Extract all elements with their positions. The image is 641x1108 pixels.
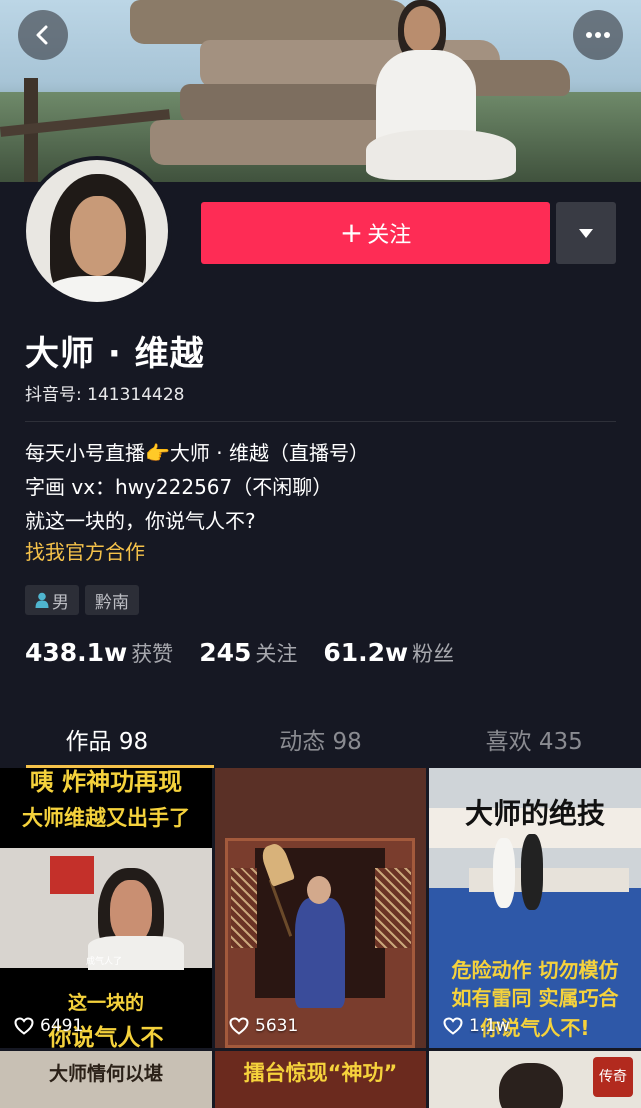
video-like-count: 5631 [229,1016,298,1036]
video-thumbnail[interactable]: 大师的绝技 危险动作 切勿模仿 如有雷同 实属巧合 你说气人不! 1.1w [429,768,641,1048]
plus-icon: + [339,216,364,249]
tab-works[interactable]: 作品 98 [0,712,214,768]
business-cooperation-link[interactable]: 找我官方合作 [25,536,145,565]
person-icon [35,592,49,608]
thumbnail-caption: 危险动作 切勿模仿 [451,958,619,982]
likes-stat[interactable]: 438.1w 获赞 [25,638,173,668]
thumbnail-person-head [499,1063,563,1108]
video-thumbnail[interactable]: 擂台惊现“神功” [215,1051,426,1108]
thumbnail-caption: 这一块的 [67,992,144,1014]
cover-person-head [404,6,440,52]
tab-moments-label: 动态 98 [279,729,362,755]
tab-likes-label: 喜欢 435 [485,729,583,755]
thumbnail-caption: 擂台惊现“神功” [243,1061,398,1085]
avatar[interactable] [22,156,172,306]
cover-rock [180,84,390,124]
avatar-image [26,160,168,302]
thumbnail-badge: 传奇 [593,1057,633,1097]
cover-person-legs [366,130,516,180]
video-thumbnail[interactable]: 5631 [215,768,426,1048]
location-tag: 黔南 [85,585,139,615]
likes-label: 获赞 [131,642,174,666]
nickname: 大师 · 维越 [25,334,205,374]
video-thumbnail[interactable]: 成气人了 咦 炸神功再现 大师维越又出手了 这一块的 你说气人不 6491 [0,768,212,1048]
video-thumbnail[interactable]: 传奇 [429,1051,641,1108]
followers-label: 粉丝 [412,642,455,666]
following-label: 关注 [255,642,298,666]
like-count-value: 5631 [255,1016,299,1036]
content-tabs: 作品 98 动态 98 喜欢 435 [0,712,641,768]
likes-count: 438.1w [25,638,128,667]
following-stat[interactable]: 245 关注 [199,638,297,668]
thumbnail-person-head [307,876,331,904]
video-thumbnail[interactable]: 大师情何以堪 [0,1051,212,1108]
thumbnail-lattice [375,868,411,948]
video-like-count: 1.1w [443,1016,510,1036]
follow-button[interactable]: + 关注 [201,202,550,264]
thumbnail-fighter [493,838,515,908]
thumbnail-caption: 咦 炸神功再现 [29,768,183,796]
bio-line: 每天小号直播👉大师 · 维越（直播号） [25,441,369,465]
douyin-id[interactable]: 抖音号: 141314428 [25,380,184,405]
thumbnail-caption: 大师维越又出手了 [22,806,190,830]
location-label: 黔南 [95,592,129,613]
heart-outline-icon [229,1017,249,1035]
tab-works-label: 作品 98 [65,729,149,755]
gender-tag: 男 [25,585,79,615]
thumbnail-subtitle: 成气人了 [86,957,123,967]
divider [25,421,616,422]
profile-tags: 男 黔南 [25,585,139,615]
recommend-dropdown-button[interactable] [556,202,616,264]
tab-likes[interactable]: 喜欢 435 [427,712,641,768]
thumbnail-sticker [50,856,94,894]
like-count-value: 6491 [40,1016,84,1036]
thumbnail-person-face [110,880,152,944]
cover-rock [130,0,410,44]
thumbnail-fighter [521,834,543,910]
followers-stat[interactable]: 61.2w 粉丝 [323,638,454,668]
more-dots-icon [586,32,610,38]
follow-label: 关注 [367,223,412,248]
caret-down-icon [579,228,593,238]
like-count-value: 1.1w [469,1016,510,1036]
avatar-face [70,196,126,276]
followers-count: 61.2w [323,638,409,667]
back-button[interactable] [18,10,68,60]
thumbnail-caption: 大师情何以堪 [48,1063,163,1085]
heart-outline-icon [443,1017,463,1035]
thumbnail-person-body [295,898,345,1008]
bio: 每天小号直播👉大师 · 维越（直播号） 字画 vx：hwy222567（不闲聊）… [25,436,369,538]
following-count: 245 [199,638,252,667]
chevron-left-icon [36,25,48,45]
thumbnail-caption: 如有雷同 实属巧合 [451,986,619,1010]
video-like-count: 6491 [14,1016,83,1036]
more-button[interactable] [573,10,623,60]
avatar-shirt [46,276,150,302]
bio-line: 就这一块的，你说气人不? [25,509,256,533]
heart-outline-icon [14,1017,34,1035]
tab-moments[interactable]: 动态 98 [214,712,428,768]
bio-line: 字画 vx：hwy222567（不闲聊） [25,475,333,499]
thumbnail-lattice [231,868,257,948]
thumbnail-caption: 大师的绝技 [464,797,605,830]
cover-image [0,0,641,182]
profile-stats: 438.1w 获赞 245 关注 61.2w 粉丝 [25,638,480,668]
gender-label: 男 [52,592,69,613]
